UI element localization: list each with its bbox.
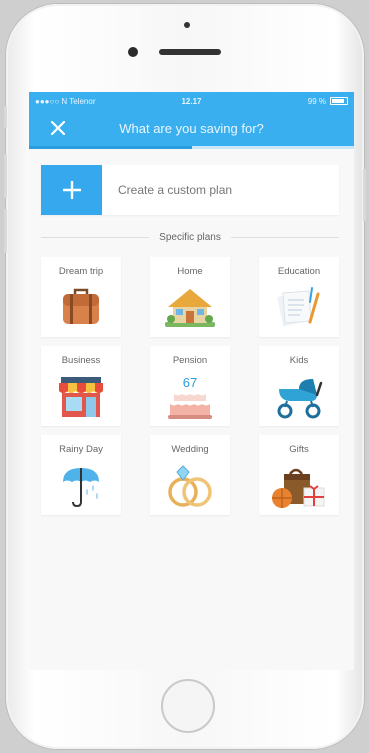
divider (41, 236, 150, 238)
plan-card-pension[interactable]: Pension 67 (150, 346, 230, 426)
plan-label: Pension (172, 355, 208, 366)
plan-label: Gifts (289, 444, 309, 455)
divider (230, 236, 340, 238)
cake-number: 67 (183, 375, 197, 390)
plan-card-business[interactable]: Business (41, 346, 121, 426)
section-title: Specific plans (159, 231, 221, 243)
plan-card-dream-trip[interactable]: Dream trip (41, 257, 121, 337)
plan-label: Kids (289, 355, 309, 366)
house-icon (165, 289, 215, 327)
earpiece-speaker (159, 49, 221, 55)
shop-icon (59, 377, 103, 417)
plus-icon (41, 165, 102, 215)
papers-pen-icon (277, 287, 320, 327)
app-screen: ●●●○○ N Telenor 12.17 99 % What are you … (29, 92, 354, 670)
plan-label: Education (277, 266, 321, 277)
suitcase-icon (63, 288, 99, 324)
rings-icon (168, 465, 212, 507)
umbrella-icon (63, 468, 99, 508)
nav-bar: What are you saving for? (29, 110, 354, 146)
proximity-sensor (184, 22, 190, 28)
volume-down-button (4, 209, 7, 253)
front-camera (128, 47, 138, 57)
plan-card-rainy-day[interactable]: Rainy Day (41, 435, 121, 515)
status-bar: ●●●○○ N Telenor 12.17 99 % (29, 92, 354, 110)
volume-up-button (4, 154, 7, 198)
page-title: What are you saving for? (119, 120, 264, 136)
plan-label: Home (177, 266, 203, 277)
birthday-cake-icon: 67 (168, 375, 212, 419)
plan-card-home[interactable]: Home (150, 257, 230, 337)
create-custom-plan-button[interactable]: Create a custom plan (41, 165, 339, 215)
custom-plan-label: Create a custom plan (118, 183, 233, 197)
battery-icon (330, 97, 348, 105)
plan-card-gifts[interactable]: Gifts (259, 435, 339, 515)
power-button (363, 169, 366, 221)
close-icon[interactable] (49, 119, 67, 137)
plan-card-kids[interactable]: Kids (259, 346, 339, 426)
clock: 12.17 (181, 96, 202, 106)
home-button[interactable] (161, 679, 215, 733)
plan-card-education[interactable]: Education (259, 257, 339, 337)
section-header: Specific plans (41, 230, 340, 244)
plan-label: Rainy Day (59, 444, 103, 455)
plan-label: Wedding (171, 444, 209, 455)
gifts-icon (272, 468, 325, 508)
plan-label: Business (61, 355, 101, 366)
stroller-icon (277, 379, 323, 419)
progress-bar (29, 146, 354, 149)
progress-fill (29, 146, 192, 149)
plan-label: Dream trip (58, 266, 104, 277)
mute-switch (4, 106, 7, 128)
plans-grid: Dream trip Home Education Business Pensi… (41, 257, 339, 515)
plan-card-wedding[interactable]: Wedding (150, 435, 230, 515)
